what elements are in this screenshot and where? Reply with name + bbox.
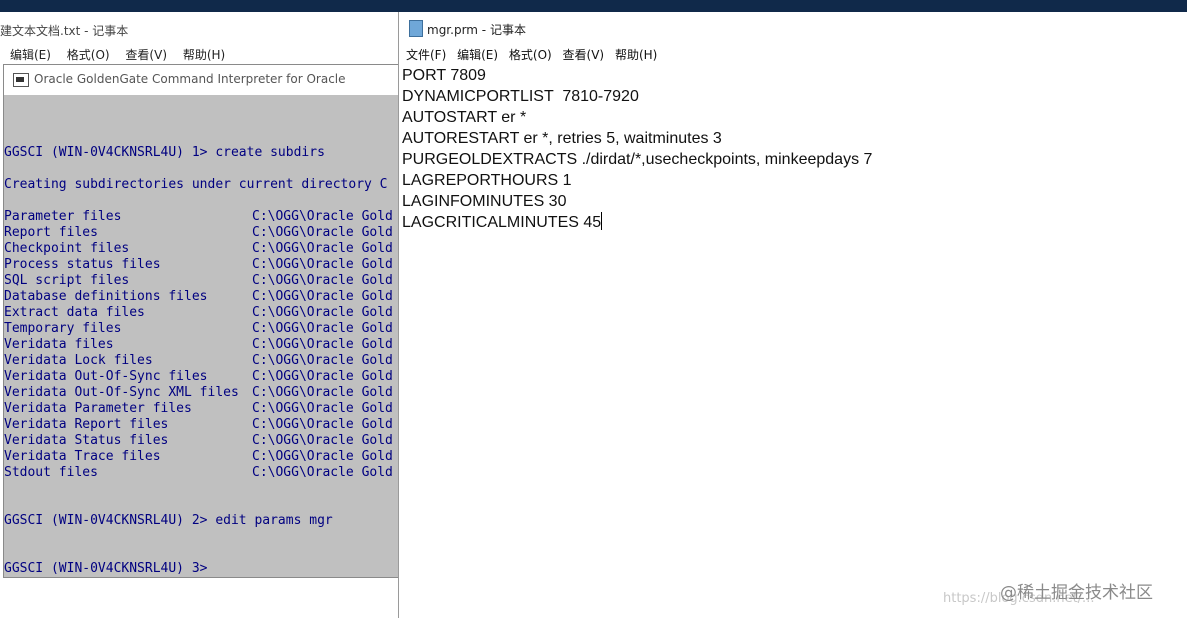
subdir-label: Veridata Status files (4, 433, 169, 448)
param-line-text: LAGCRITICALMINUTES 45 (402, 214, 602, 231)
background-notepad-menubar: 编辑(E) 格式(O) 查看(V) 帮助(H) (0, 46, 227, 64)
console-output[interactable]: GGSCI (WIN-0V4CKNSRL4U) 1> create subdir… (4, 95, 399, 577)
param-line: LAGREPORTHOURS 1 (402, 172, 572, 189)
param-line: PURGEOLDEXTRACTS ./dirdat/*,usecheckpoin… (402, 151, 873, 168)
menu-help[interactable]: 帮助(H) (615, 46, 657, 63)
menu-edit[interactable]: 编辑(E) (10, 46, 51, 63)
subdir-path: C:\OGG\Oracle Gold (252, 385, 393, 400)
notepad-menubar: 文件(F) 编辑(E) 格式(O) 查看(V) 帮助(H) (399, 46, 657, 63)
text-caret (601, 212, 603, 230)
console-window-icon (13, 73, 29, 87)
notepad-text-area[interactable]: PORT 7809 DYNAMICPORTLIST 7810-7920 AUTOST… (402, 65, 872, 233)
subdir-label: Checkpoint files (4, 241, 130, 256)
subdir-label: Temporary files (4, 321, 122, 336)
console-title: Oracle GoldenGate Command Interpreter fo… (34, 72, 346, 86)
subdir-path: C:\OGG\Oracle Gold (252, 225, 393, 240)
notepad-icon (409, 20, 423, 37)
console-creating-line: Creating subdirectories under current di… (4, 177, 388, 192)
watermark-brand: @稀土掘金技术社区 (1000, 583, 1153, 603)
mgr-prm-notepad-window[interactable]: mgr.prm - 记事本 文件(F) 编辑(E) 格式(O) 查看(V) 帮助… (399, 12, 1187, 618)
menu-format[interactable]: 格式(O) (67, 46, 110, 63)
console-command-1: GGSCI (WIN-0V4CKNSRL4U) 1> create subdir… (4, 145, 325, 160)
subdir-label: Extract data files (4, 305, 145, 320)
console-titlebar[interactable]: Oracle GoldenGate Command Interpreter fo… (4, 65, 399, 95)
subdir-path: C:\OGG\Oracle Gold (252, 305, 393, 320)
subdir-label: Veridata Trace files (4, 449, 161, 464)
console-prompt-3[interactable]: GGSCI (WIN-0V4CKNSRL4U) 3> (4, 561, 208, 577)
subdir-label: Process status files (4, 257, 161, 272)
subdir-path: C:\OGG\Oracle Gold (252, 433, 393, 448)
menu-file[interactable]: 文件(F) (406, 46, 446, 63)
menu-edit[interactable]: 编辑(E) (457, 46, 498, 63)
subdir-path: C:\OGG\Oracle Gold (252, 369, 393, 384)
subdir-label: Veridata Parameter files (4, 401, 192, 416)
subdir-path: C:\OGG\Oracle Gold (252, 417, 393, 432)
subdir-label: Veridata Report files (4, 417, 169, 432)
desktop-top-bar (0, 0, 1187, 12)
param-line: PORT 7809 (402, 67, 486, 84)
ggsci-console-window[interactable]: Oracle GoldenGate Command Interpreter fo… (3, 64, 400, 578)
menu-view[interactable]: 查看(V) (125, 46, 167, 63)
menu-view[interactable]: 查看(V) (563, 46, 605, 63)
param-line-last: LAGCRITICALMINUTES 45 (402, 212, 872, 233)
subdir-label: Parameter files (4, 209, 122, 224)
subdir-path: C:\OGG\Oracle Gold (252, 257, 393, 272)
param-line: LAGINFOMINUTES 30 (402, 193, 567, 210)
subdir-label: Veridata files (4, 337, 114, 352)
subdir-path: C:\OGG\Oracle Gold (252, 289, 393, 304)
param-line: AUTORESTART er *, retries 5, waitminutes… (402, 130, 722, 147)
console-command-2: GGSCI (WIN-0V4CKNSRL4U) 2> edit params m… (4, 513, 333, 528)
subdir-path: C:\OGG\Oracle Gold (252, 321, 393, 336)
subdir-path: C:\OGG\Oracle Gold (252, 353, 393, 368)
subdir-label: Report files (4, 225, 98, 240)
subdir-path: C:\OGG\Oracle Gold (252, 241, 393, 256)
subdir-label: SQL script files (4, 273, 130, 288)
subdir-path: C:\OGG\Oracle Gold (252, 273, 393, 288)
subdir-path: C:\OGG\Oracle Gold (252, 337, 393, 352)
notepad-title: mgr.prm - 记事本 (427, 23, 526, 37)
param-line: DYNAMICPORTLIST 7810-7920 (402, 88, 639, 105)
menu-help[interactable]: 帮助(H) (183, 46, 225, 63)
background-notepad-title: 建文本文档.txt - 记事本 (0, 24, 129, 38)
subdir-path: C:\OGG\Oracle Gold (252, 401, 393, 416)
subdir-path: C:\OGG\Oracle Gold (252, 209, 393, 224)
menu-format[interactable]: 格式(O) (509, 46, 552, 63)
subdir-path: C:\OGG\Oracle Gold (252, 449, 393, 464)
subdir-path: C:\OGG\Oracle Gold (252, 465, 393, 480)
subdir-label: Veridata Out-Of-Sync XML files (4, 385, 239, 400)
subdir-label: Database definitions files (4, 289, 208, 304)
subdir-label: Stdout files (4, 465, 98, 480)
subdir-label: Veridata Out-Of-Sync files (4, 369, 208, 384)
subdir-label: Veridata Lock files (4, 353, 153, 368)
param-line: AUTOSTART er * (402, 109, 527, 126)
